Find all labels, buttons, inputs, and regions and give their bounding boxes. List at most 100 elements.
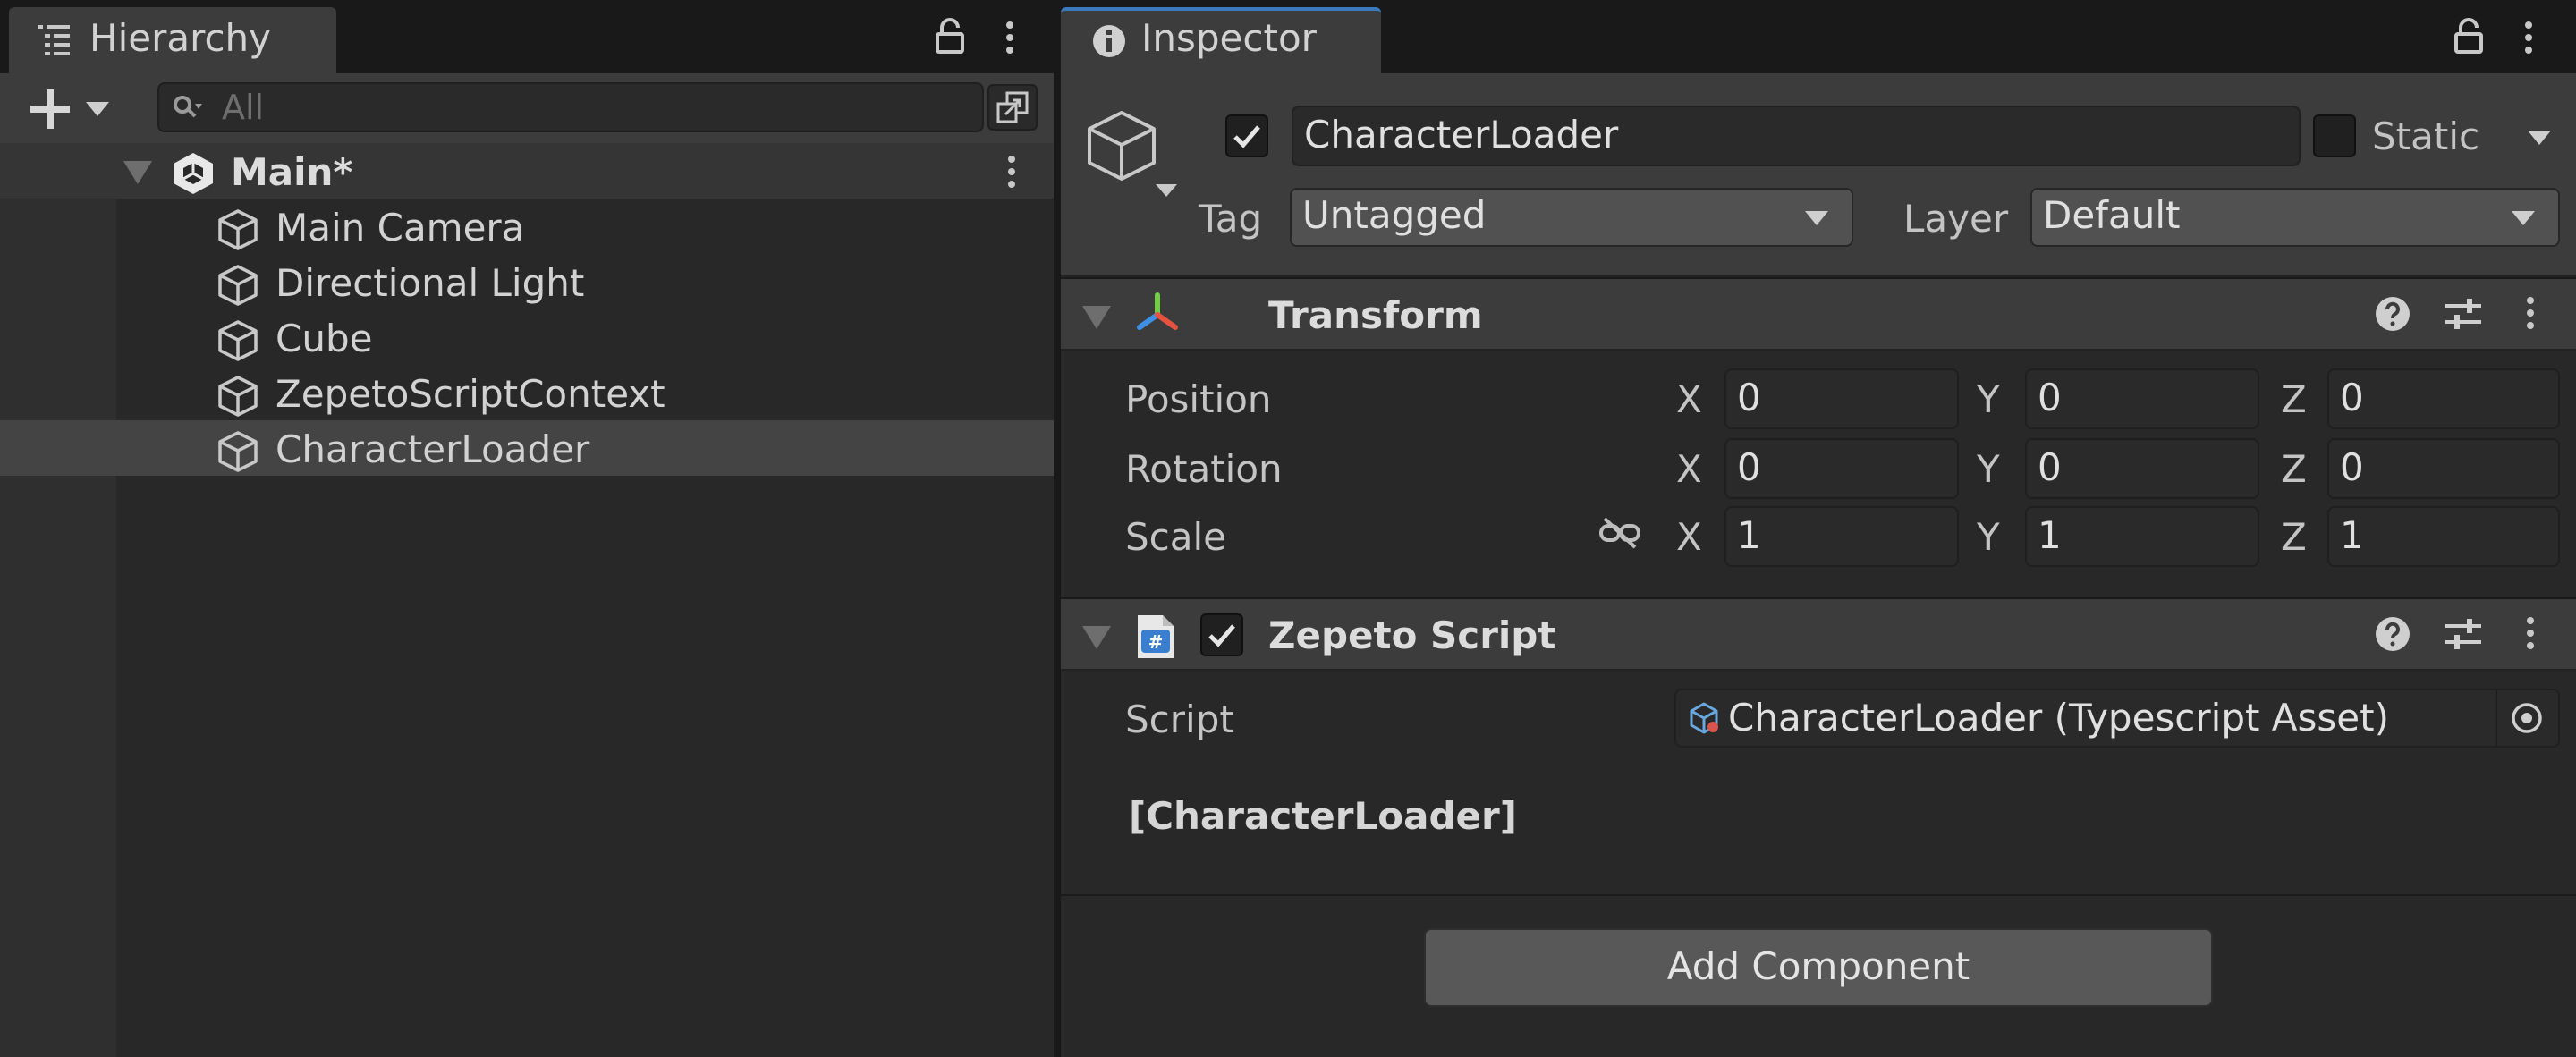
gameobject-cube-icon xyxy=(215,429,261,474)
zepeto-script-enabled-checkbox[interactable] xyxy=(1200,613,1243,656)
scene-row[interactable] xyxy=(0,143,1054,199)
rotation-x-value: 0 xyxy=(1737,445,1761,489)
gameobject-cube-icon xyxy=(215,318,261,363)
static-label: Static xyxy=(2372,114,2480,158)
zepeto-script-title: Zepeto Script xyxy=(1268,613,1556,657)
search-input[interactable] xyxy=(222,88,955,127)
gameobject-name-field[interactable]: CharacterLoader xyxy=(1292,106,2301,166)
static-checkbox[interactable] xyxy=(2313,114,2356,157)
position-z-value: 0 xyxy=(2340,376,2364,419)
position-label: Position xyxy=(1125,377,1272,421)
hierarchy-list-icon xyxy=(34,21,73,57)
scale-x-field[interactable]: 1 xyxy=(1724,506,1959,567)
layer-dropdown[interactable]: Default xyxy=(2030,188,2560,247)
add-icon[interactable] xyxy=(27,86,73,132)
scale-z-value: 1 xyxy=(2340,513,2364,557)
scale-x-value: 1 xyxy=(1737,513,1761,557)
layer-value: Default xyxy=(2043,193,2181,237)
more-options-icon[interactable] xyxy=(2519,20,2538,55)
position-y-field[interactable]: 0 xyxy=(2025,368,2259,429)
object-picker-button[interactable] xyxy=(2496,690,2558,746)
layer-label: Layer xyxy=(1903,197,2009,241)
tag-value: Untagged xyxy=(1302,193,1487,237)
foldout-arrow-icon[interactable] xyxy=(122,159,154,186)
hierarchy-item-zepeto-script-context[interactable]: ZepetoScriptContext xyxy=(0,365,1054,420)
lock-icon[interactable] xyxy=(934,18,966,55)
rotation-z-value: 0 xyxy=(2340,445,2364,489)
scale-y-label[interactable]: Y xyxy=(1977,515,2000,559)
gameobject-cube-icon xyxy=(215,374,261,419)
svg-text:#: # xyxy=(1148,631,1164,653)
rotation-y-label[interactable]: Y xyxy=(1977,447,2000,491)
hierarchy-item-label: ZepetoScriptContext xyxy=(275,372,665,416)
foldout-arrow-icon[interactable] xyxy=(1080,624,1113,651)
more-options-icon[interactable] xyxy=(1000,20,1020,55)
gameobject-icon[interactable] xyxy=(1080,107,1179,200)
scene-view-toggle-button[interactable] xyxy=(987,84,1038,131)
tag-dropdown[interactable]: Untagged xyxy=(1290,188,1853,247)
info-icon xyxy=(1091,23,1127,59)
chevron-down-icon xyxy=(2510,209,2537,227)
tag-label: Tag xyxy=(1199,197,1263,241)
rotation-label: Rotation xyxy=(1125,447,1283,491)
search-icon xyxy=(172,93,208,123)
transform-title: Transform xyxy=(1268,293,1483,337)
position-z-field[interactable]: 0 xyxy=(2327,368,2560,429)
scale-x-label[interactable]: X xyxy=(1676,515,1702,559)
position-y-label[interactable]: Y xyxy=(1977,377,2000,421)
search-box[interactable] xyxy=(157,82,984,132)
hierarchy-item-main-camera[interactable]: Main Camera xyxy=(0,199,1054,254)
position-z-label[interactable]: Z xyxy=(2281,377,2307,421)
hierarchy-item-label: Directional Light xyxy=(275,261,585,305)
scale-z-label[interactable]: Z xyxy=(2281,515,2307,559)
scene-view-toggle-icon xyxy=(995,89,1030,125)
typescript-asset-icon xyxy=(1687,701,1721,735)
constrain-proportions-icon[interactable] xyxy=(1597,515,1642,551)
help-icon[interactable] xyxy=(2374,615,2411,653)
inspector-tab-label: Inspector xyxy=(1141,16,1317,60)
hierarchy-item-directional-light[interactable]: Directional Light xyxy=(0,254,1054,309)
scale-y-field[interactable]: 1 xyxy=(2025,506,2259,567)
scene-more-options-icon[interactable] xyxy=(1002,154,1021,190)
position-y-value: 0 xyxy=(2038,376,2062,419)
hierarchy-item-label: Cube xyxy=(275,317,373,360)
scene-name: Main* xyxy=(231,150,353,194)
rotation-y-field[interactable]: 0 xyxy=(2025,438,2259,499)
lock-icon[interactable] xyxy=(2453,18,2485,55)
help-icon[interactable] xyxy=(2374,295,2411,333)
hierarchy-item-label: CharacterLoader xyxy=(275,427,590,471)
gameobject-name-value: CharacterLoader xyxy=(1304,113,1619,156)
rotation-x-label[interactable]: X xyxy=(1676,447,1702,491)
position-x-value: 0 xyxy=(1737,376,1761,419)
panel-divider[interactable] xyxy=(1054,0,1061,1057)
gameobject-cube-icon xyxy=(215,263,261,308)
rotation-x-field[interactable]: 0 xyxy=(1724,438,1959,499)
foldout-arrow-icon[interactable] xyxy=(1080,304,1113,331)
position-x-field[interactable]: 0 xyxy=(1724,368,1959,429)
component-divider xyxy=(1061,894,2576,896)
hierarchy-tab-label: Hierarchy xyxy=(89,16,272,60)
scale-z-field[interactable]: 1 xyxy=(2327,506,2560,567)
position-x-label[interactable]: X xyxy=(1676,377,1702,421)
scale-label: Scale xyxy=(1125,515,1226,559)
unity-scene-icon xyxy=(170,150,216,195)
preset-sliders-icon[interactable] xyxy=(2444,295,2483,333)
chevron-down-icon xyxy=(1803,209,1830,227)
csharp-script-icon: # xyxy=(1134,613,1177,660)
component-more-icon[interactable] xyxy=(2521,295,2540,331)
gameobject-cube-icon xyxy=(215,207,261,252)
script-value: CharacterLoader (Typescript Asset) xyxy=(1728,696,2389,740)
rotation-z-field[interactable]: 0 xyxy=(2327,438,2560,499)
hierarchy-item-cube[interactable]: Cube xyxy=(0,309,1054,365)
static-dropdown-arrow-icon[interactable] xyxy=(2526,129,2553,147)
script-object-field[interactable]: CharacterLoader (Typescript Asset) xyxy=(1674,689,2560,748)
transform-icon xyxy=(1132,292,1182,336)
rotation-z-label[interactable]: Z xyxy=(2281,447,2307,491)
dropdown-arrow-icon[interactable] xyxy=(84,100,111,118)
hierarchy-item-character-loader[interactable]: CharacterLoader xyxy=(0,420,1054,476)
component-more-icon[interactable] xyxy=(2521,615,2540,651)
active-checkbox[interactable] xyxy=(1225,114,1268,157)
script-label: Script xyxy=(1125,698,1234,741)
preset-sliders-icon[interactable] xyxy=(2444,615,2483,653)
add-component-button[interactable]: Add Component xyxy=(1424,928,2213,1007)
